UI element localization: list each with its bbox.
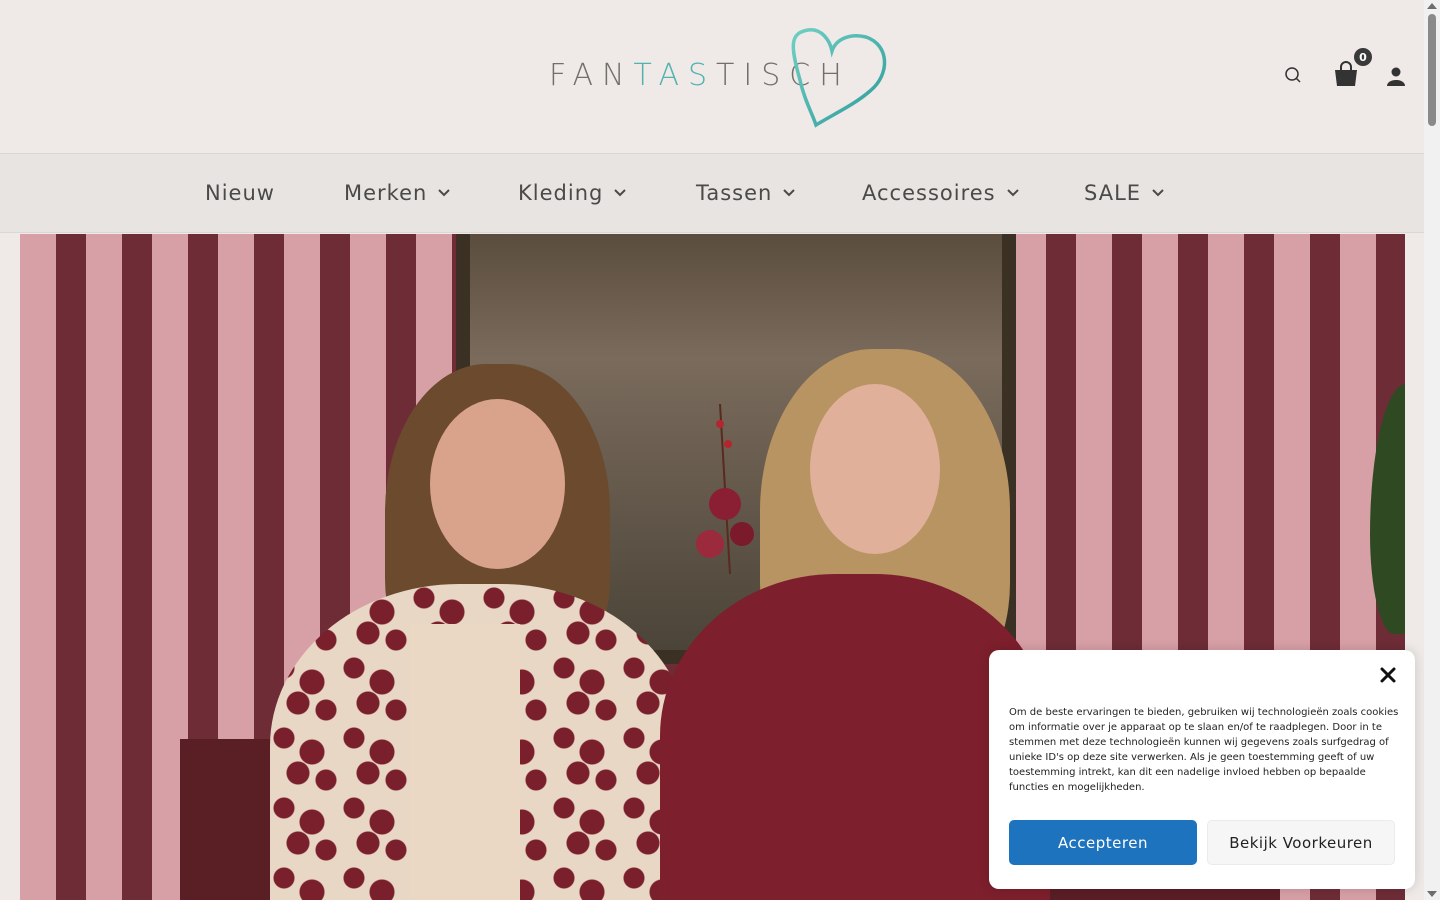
- scroll-thumb[interactable]: [1428, 14, 1436, 126]
- nav-item-label: Merken: [344, 181, 428, 205]
- nav-item-tassen[interactable]: Tassen: [696, 154, 796, 232]
- view-preferences-button[interactable]: Bekijk Voorkeuren: [1207, 820, 1395, 865]
- chevron-down-icon: [1152, 189, 1164, 197]
- site-logo[interactable]: FANTASTISCH: [545, 25, 890, 130]
- main-nav: Nieuw Merken Kleding Tassen Accessoires …: [0, 153, 1424, 233]
- nav-item-label: Nieuw: [205, 181, 275, 205]
- model-left-face: [430, 399, 565, 569]
- nav-item-label: SALE: [1084, 181, 1142, 205]
- account-icon[interactable]: [1384, 64, 1408, 88]
- scroll-down-icon[interactable]: [1427, 891, 1437, 897]
- chevron-down-icon: [783, 189, 796, 197]
- site-header: FANTASTISCH 0: [0, 0, 1424, 153]
- chevron-down-icon: [614, 189, 627, 197]
- nav-item-kleding[interactable]: Kleding: [518, 154, 627, 232]
- nav-item-nieuw[interactable]: Nieuw: [205, 154, 275, 232]
- accept-button[interactable]: Accepteren: [1009, 820, 1197, 865]
- cookie-consent-banner: Om de beste ervaringen te bieden, gebrui…: [989, 650, 1415, 889]
- cart-count-badge: 0: [1354, 48, 1372, 66]
- chevron-down-icon: [438, 189, 451, 197]
- model-left-top: [410, 624, 520, 900]
- nav-item-sale[interactable]: SALE: [1084, 154, 1165, 232]
- nav-item-merken[interactable]: Merken: [344, 154, 451, 232]
- search-icon[interactable]: [1282, 64, 1304, 86]
- scroll-up-icon[interactable]: [1427, 3, 1437, 9]
- chevron-down-icon: [1006, 189, 1019, 197]
- nav-item-label: Tassen: [696, 181, 773, 205]
- page-scrollbar[interactable]: [1424, 0, 1440, 900]
- nav-item-label: Kleding: [518, 181, 604, 205]
- cookie-message: Om de beste ervaringen te bieden, gebrui…: [1009, 707, 1399, 793]
- close-icon[interactable]: [1379, 666, 1397, 684]
- nav-item-label: Accessoires: [862, 181, 996, 205]
- model-right-face: [810, 384, 940, 554]
- nav-item-accessoires[interactable]: Accessoires: [862, 154, 1020, 232]
- heart-icon: [791, 28, 887, 128]
- plant-decor: [1370, 384, 1405, 634]
